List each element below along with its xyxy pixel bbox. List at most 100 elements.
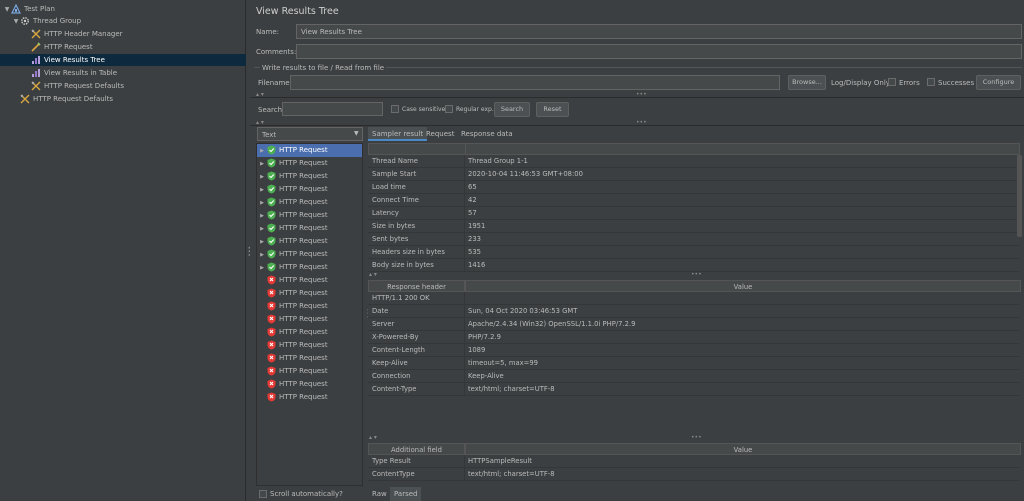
table-row[interactable]: Headers size in bytes 535 xyxy=(368,246,1020,259)
column-divider xyxy=(464,344,465,357)
table-row[interactable]: Thread Name Thread Group 1-1 xyxy=(368,155,1020,168)
collapse-arrows-icon-3[interactable]: ▴ ▾ xyxy=(369,271,377,278)
result-item[interactable]: HTTP Request xyxy=(257,365,362,378)
result-item-label: HTTP Request xyxy=(279,276,328,284)
result-item-label: HTTP Request xyxy=(279,159,328,167)
table-row[interactable]: Sent bytes 233 xyxy=(368,233,1020,246)
table-row[interactable]: Date Sun, 04 Oct 2020 03:46:53 GMT xyxy=(368,305,1020,318)
tree-node-test-plan[interactable]: ▼ Test Plan xyxy=(3,3,55,15)
additional-value-col-header[interactable]: Value xyxy=(465,443,1021,455)
tree-node-view-results-tree[interactable]: View Results Tree xyxy=(0,54,246,66)
tree-node-label: Thread Group xyxy=(33,17,82,25)
table-row[interactable]: ContentType text/html; charset=UTF-8 xyxy=(368,468,1020,481)
table-row[interactable]: Latency 57 xyxy=(368,207,1020,220)
result-item[interactable]: HTTP Request xyxy=(257,352,362,365)
table-row[interactable]: Size in bytes 1951 xyxy=(368,220,1020,233)
regex-checkbox[interactable] xyxy=(445,105,453,113)
table-row[interactable]: Connection Keep-Alive xyxy=(368,370,1020,383)
result-item[interactable]: ▶ HTTP Request xyxy=(257,209,362,222)
tree-node-http-request[interactable]: HTTP Request xyxy=(31,41,93,53)
column-divider xyxy=(464,155,465,168)
tab-response-data[interactable]: Response data xyxy=(457,127,517,141)
sampler-scrollbar[interactable] xyxy=(1017,155,1022,237)
result-item[interactable]: ▶ HTTP Request xyxy=(257,170,362,183)
tree-toggle-icon[interactable]: ▼ xyxy=(3,4,11,16)
table-row[interactable]: Content-Type text/html; charset=UTF-8 xyxy=(368,383,1020,396)
detail-tabs: Sampler result Request Response data xyxy=(368,127,1024,142)
filename-field[interactable] xyxy=(290,75,780,90)
name-field[interactable]: View Results Tree xyxy=(296,24,1022,39)
table-row[interactable]: Content-Length 1089 xyxy=(368,344,1020,357)
response-header-col-header[interactable]: Response header xyxy=(368,280,465,292)
result-item[interactable]: HTTP Request xyxy=(257,287,362,300)
result-item[interactable]: HTTP Request xyxy=(257,274,362,287)
jmeter-window: ▼ Test Plan ▼ Thread Group HTTP Header Manag… xyxy=(0,0,1024,501)
column-divider xyxy=(464,233,465,246)
table-row[interactable]: Load time 65 xyxy=(368,181,1020,194)
bottom-tab-parsed[interactable]: Parsed xyxy=(390,487,422,501)
bottom-tab-raw[interactable]: Raw xyxy=(368,487,391,501)
result-item[interactable]: HTTP Request xyxy=(257,378,362,391)
tree-node-http-request-defaults[interactable]: HTTP Request Defaults xyxy=(20,93,113,105)
result-item[interactable]: HTTP Request xyxy=(257,326,362,339)
result-item[interactable]: ▶ HTTP Request xyxy=(257,196,362,209)
scroll-auto-checkbox[interactable] xyxy=(259,490,267,498)
result-item[interactable]: ▶ HTTP Request xyxy=(257,144,362,157)
table-cell-value: 1951 xyxy=(468,222,486,230)
result-item[interactable]: ▶ HTTP Request xyxy=(257,157,362,170)
result-item[interactable]: ▶ HTTP Request xyxy=(257,183,362,196)
result-item[interactable]: HTTP Request xyxy=(257,339,362,352)
pencil-icon xyxy=(31,42,41,52)
error-shield-icon xyxy=(267,340,276,350)
error-shield-icon xyxy=(267,288,276,298)
collapse-arrows-icon-4[interactable]: ▴ ▾ xyxy=(369,434,377,441)
tree-node-http-header-manager[interactable]: HTTP Header Manager xyxy=(31,28,123,40)
result-item[interactable]: ▶ HTTP Request xyxy=(257,222,362,235)
result-item[interactable]: HTTP Request xyxy=(257,300,362,313)
tree-node-http-request-defaults[interactable]: HTTP Request Defaults xyxy=(31,80,124,92)
result-item[interactable]: HTTP Request xyxy=(257,391,362,404)
tree-node-thread-group[interactable]: ▼ Thread Group xyxy=(12,15,81,27)
table-cell-key: HTTP/1.1 200 OK xyxy=(372,294,430,302)
search-input[interactable] xyxy=(282,102,383,116)
tab-request[interactable]: Request xyxy=(422,127,458,141)
table-row[interactable]: X-Powered-By PHP/7.2.9 xyxy=(368,331,1020,344)
table-cell-value: 1416 xyxy=(468,261,486,269)
file-section-title: Write results to file / Read from file xyxy=(260,64,387,72)
table-cell-value: HTTPSampleResult xyxy=(468,457,532,465)
successes-checkbox[interactable] xyxy=(927,78,935,86)
result-item[interactable]: HTTP Request xyxy=(257,313,362,326)
tree-node-label: HTTP Header Manager xyxy=(44,30,123,38)
reset-button[interactable]: Reset xyxy=(536,102,569,117)
search-label: Search: xyxy=(258,106,285,114)
table-row[interactable]: HTTP/1.1 200 OK xyxy=(368,292,1020,305)
table-row[interactable]: Connect Time 42 xyxy=(368,194,1020,207)
renderer-select[interactable]: Text ▼ xyxy=(257,127,363,141)
result-item[interactable]: ▶ HTTP Request xyxy=(257,248,362,261)
tree-toggle-icon[interactable]: ▼ xyxy=(12,16,20,28)
wrench-icon xyxy=(31,29,41,39)
splitter-grip-icon-4[interactable]: ••• xyxy=(691,434,702,441)
errors-checkbox[interactable] xyxy=(888,78,896,86)
result-item[interactable]: ▶ HTTP Request xyxy=(257,235,362,248)
search-button[interactable]: Search xyxy=(494,102,530,117)
splitter-grip-icon-3[interactable]: ••• xyxy=(691,271,702,278)
response-value-col-header[interactable]: Value xyxy=(465,280,1021,292)
table-row[interactable]: Type Result HTTPSampleResult xyxy=(368,455,1020,468)
case-sensitive-checkbox[interactable] xyxy=(391,105,399,113)
table-row[interactable]: Sample Start 2020-10-04 11:46:53 GMT+08:0… xyxy=(368,168,1020,181)
comments-field[interactable] xyxy=(296,44,1022,59)
result-item[interactable]: ▶ HTTP Request xyxy=(257,261,362,274)
table-row[interactable]: Keep-Alive timeout=5, max=99 xyxy=(368,357,1020,370)
result-item-label: HTTP Request xyxy=(279,146,328,154)
additional-field-col-header[interactable]: Additional field xyxy=(368,443,465,455)
success-shield-icon xyxy=(267,145,276,155)
tab-sampler-result[interactable]: Sampler result xyxy=(368,127,428,141)
browse-button[interactable]: Browse... xyxy=(788,75,826,90)
configure-button[interactable]: Configure xyxy=(976,75,1021,90)
column-divider xyxy=(464,181,465,194)
table-cell-value: text/html; charset=UTF-8 xyxy=(468,385,555,393)
table-cell-key: Content-Type xyxy=(372,385,417,393)
tree-node-view-results-in-table[interactable]: View Results in Table xyxy=(31,67,117,79)
table-row[interactable]: Server Apache/2.4.34 (Win32) OpenSSL/1.1.… xyxy=(368,318,1020,331)
